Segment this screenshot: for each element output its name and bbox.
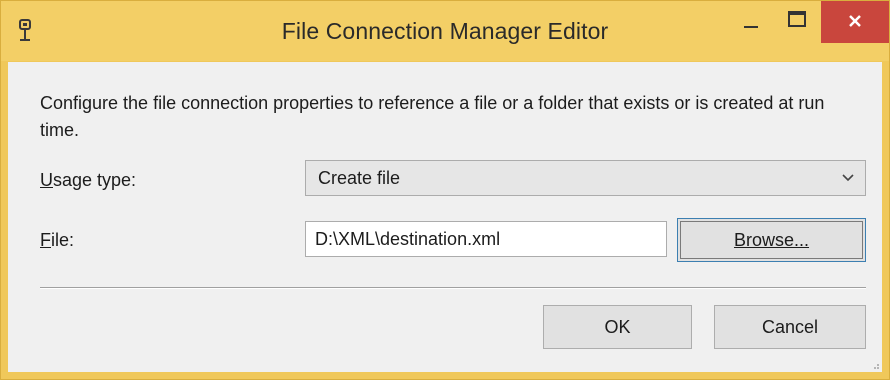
cancel-button[interactable]: Cancel	[714, 305, 866, 349]
close-button[interactable]	[821, 1, 889, 43]
usage-type-label: Usage type:	[40, 170, 136, 191]
minimize-icon	[744, 26, 758, 28]
browse-button[interactable]: Browse...	[677, 218, 866, 262]
maximize-icon	[788, 11, 806, 27]
file-mnemonic: F	[40, 230, 51, 250]
maximize-button[interactable]	[775, 1, 819, 43]
usage-type-mnemonic: U	[40, 170, 53, 190]
dialog-content: Configure the file connection properties…	[8, 62, 882, 372]
file-path-input[interactable]	[305, 221, 667, 257]
description-text: Configure the file connection properties…	[40, 93, 825, 140]
separator	[40, 287, 866, 289]
file-label-text: ile:	[51, 230, 75, 250]
ok-button[interactable]: OK	[543, 305, 692, 349]
title-bar[interactable]: File Connection Manager Editor	[1, 1, 889, 61]
usage-type-selected-value: Create file	[318, 168, 401, 188]
minimize-button[interactable]	[731, 1, 771, 43]
chevron-down-icon	[842, 174, 854, 182]
resize-grip-icon[interactable]	[870, 360, 880, 370]
browse-button-label: Browse...	[733, 229, 810, 250]
usage-type-dropdown[interactable]: Create file	[305, 160, 866, 196]
close-icon	[849, 15, 861, 27]
file-label: File:	[40, 230, 74, 251]
usage-type-label-text: sage type:	[53, 170, 137, 190]
dialog-window: File Connection Manager Editor Configure…	[0, 0, 890, 380]
